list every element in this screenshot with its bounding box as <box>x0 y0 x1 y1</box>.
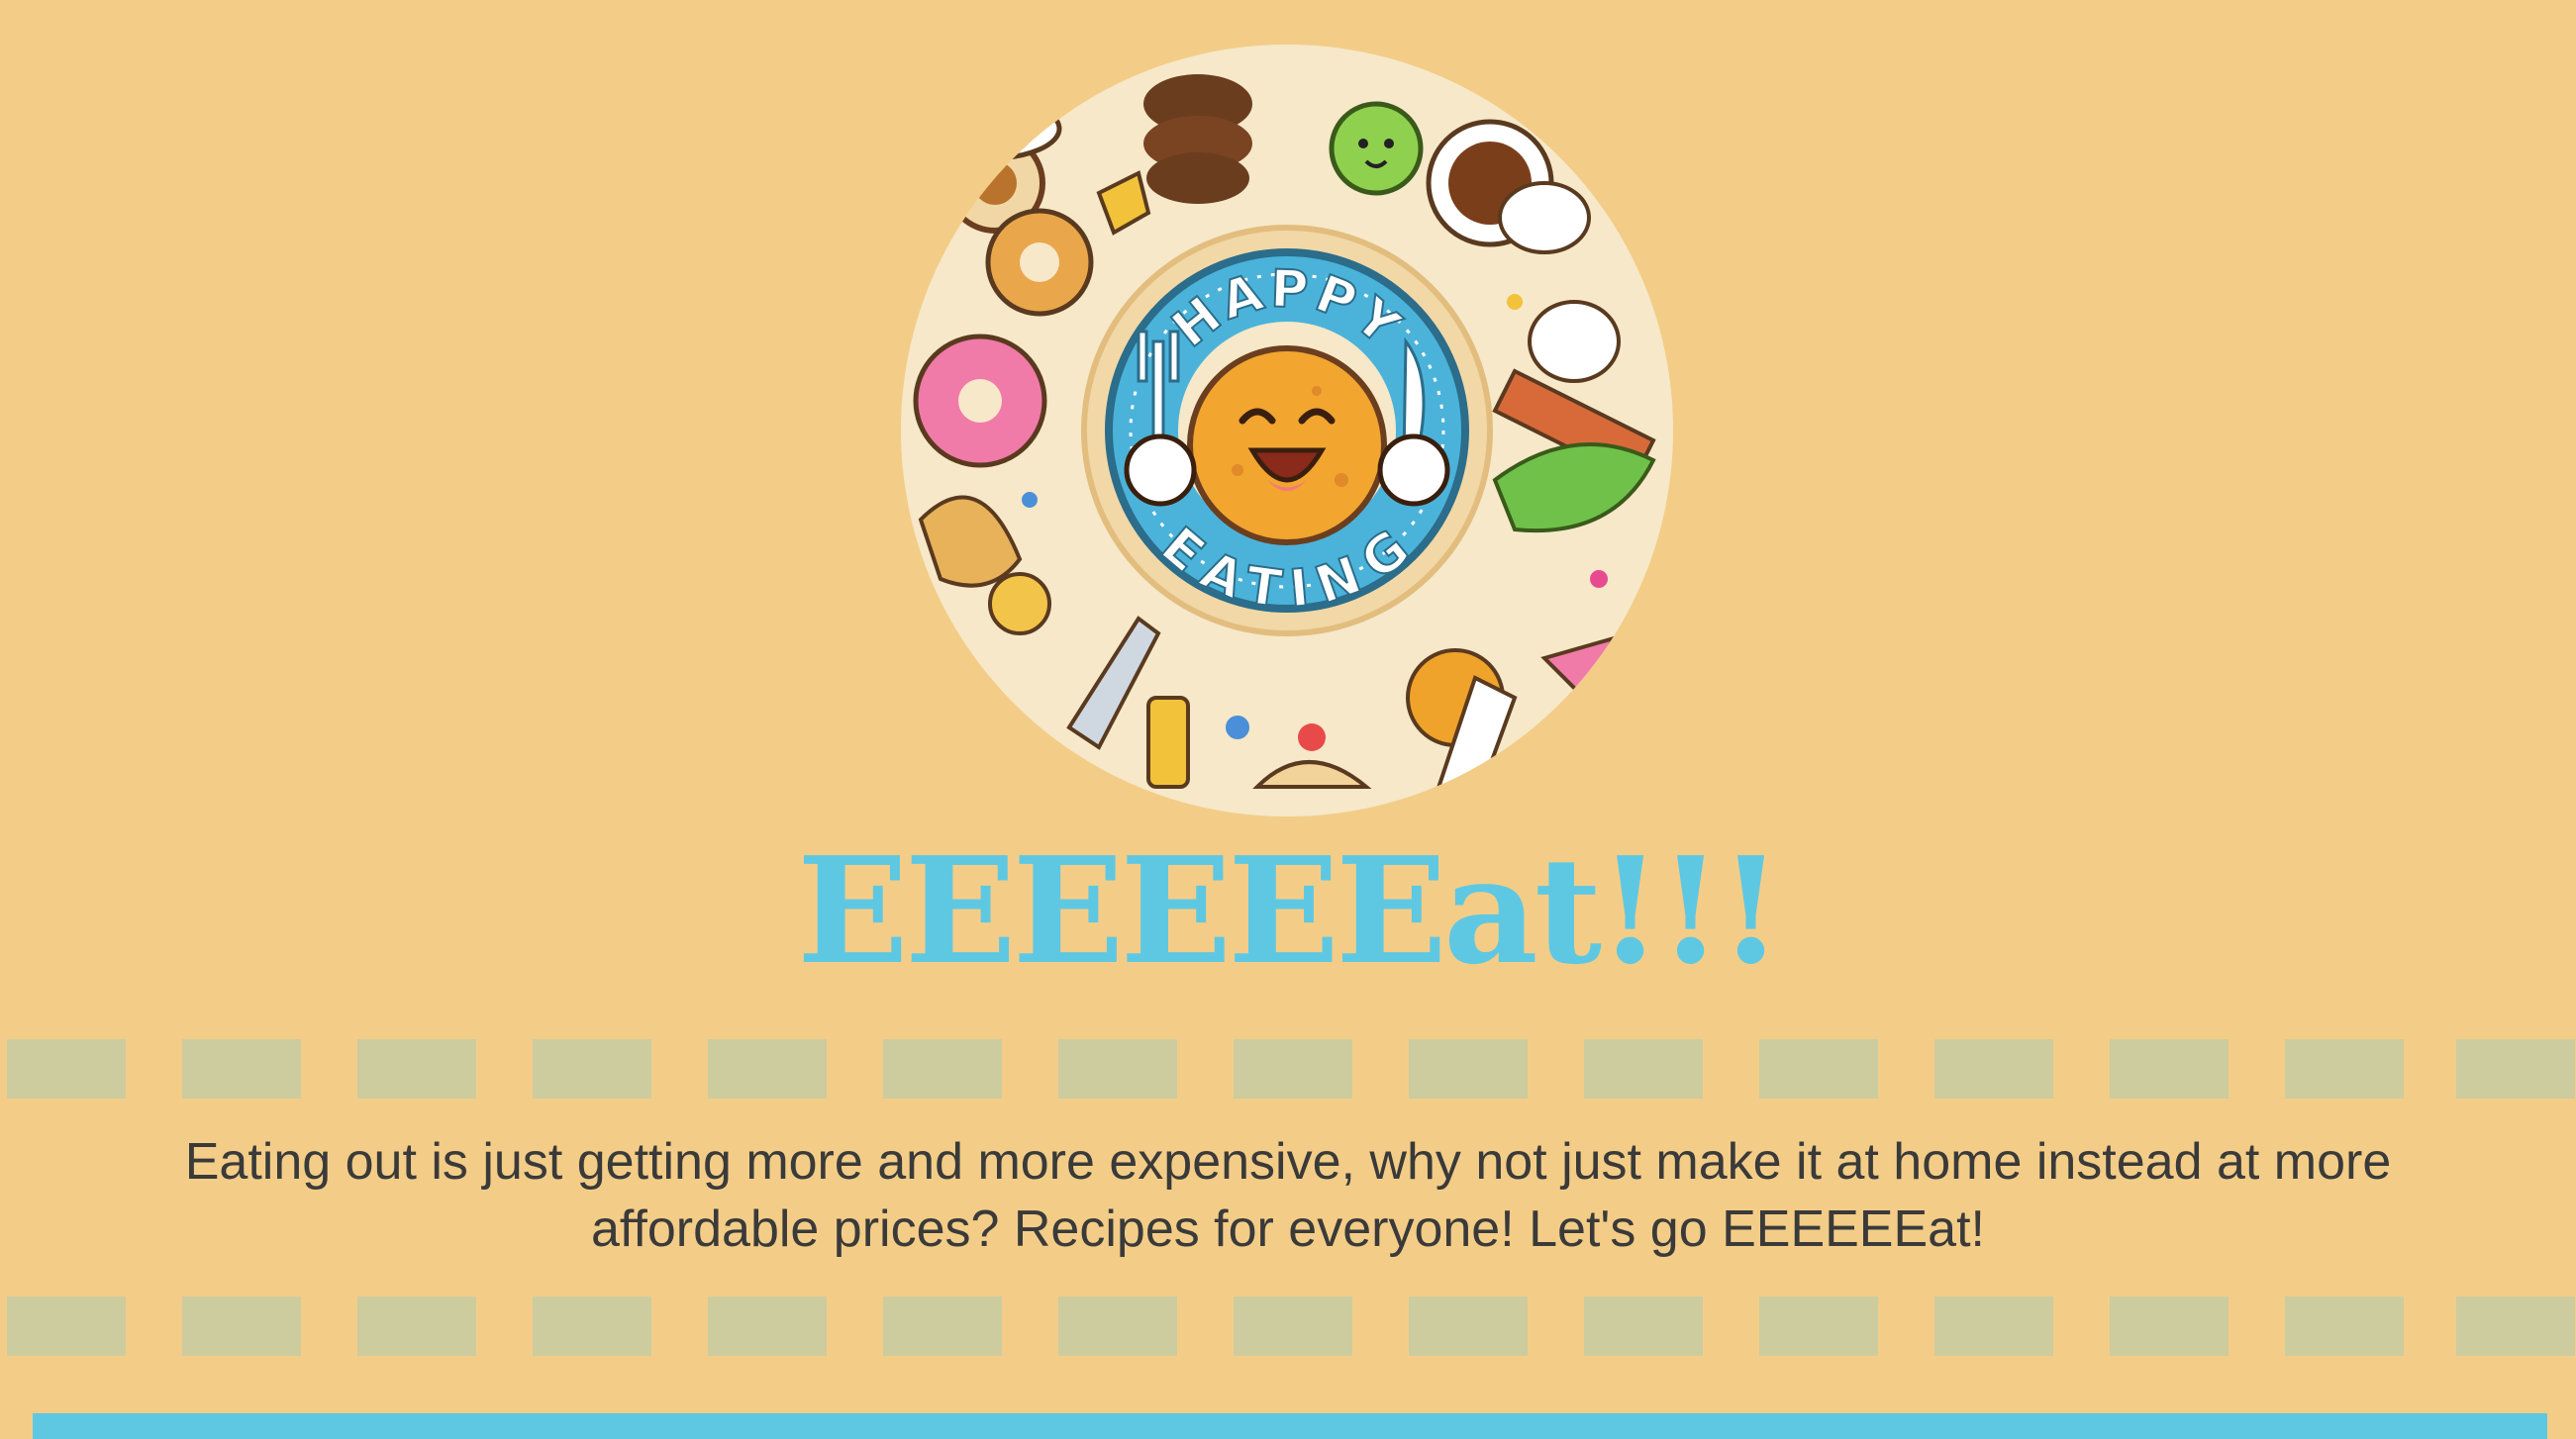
content-section-top-bar <box>33 1413 2547 1439</box>
site-description: Eating out is just getting more and more… <box>184 1133 2392 1258</box>
site-title: EEEEEEat!!! <box>797 824 1783 997</box>
bottom-dashed-divider <box>0 1296 2576 1356</box>
top-dashed-divider <box>0 1039 2576 1099</box>
happy-eating-logo: HAPPY EATING <box>901 45 1673 816</box>
